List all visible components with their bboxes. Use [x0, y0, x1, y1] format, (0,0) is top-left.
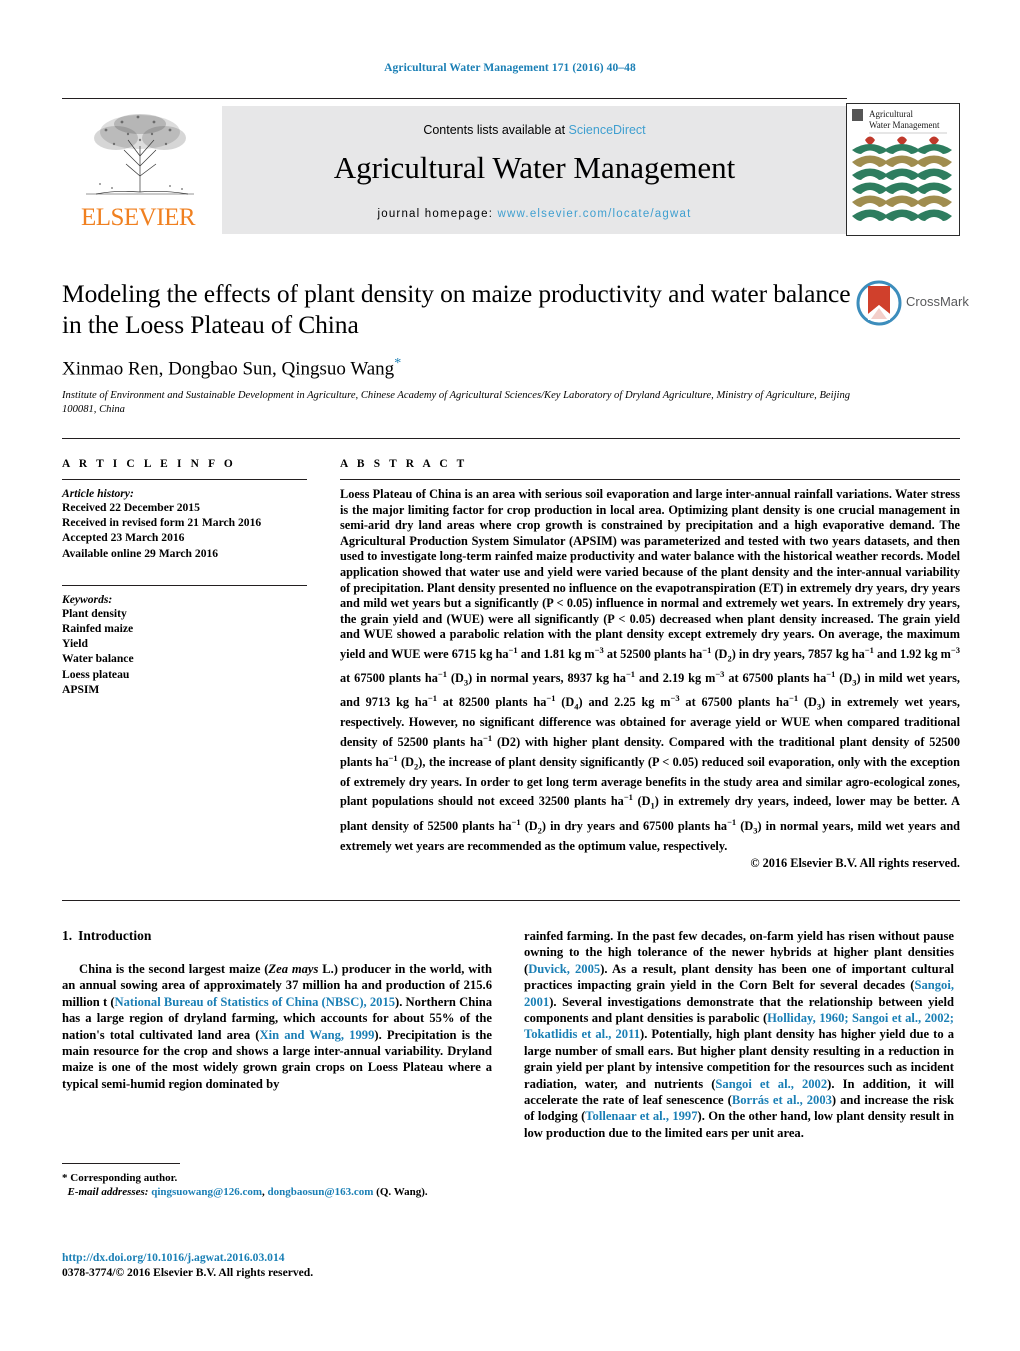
affiliation: Institute of Environment and Sustainable…: [62, 390, 851, 416]
journal-title: Agricultural Water Management: [333, 150, 736, 185]
keywords-list: Plant density Rainfed maize Yield Water …: [62, 606, 307, 697]
history-item: Received in revised form 21 March 2016: [62, 516, 262, 530]
footnote-rule: [62, 1163, 180, 1164]
keywords-title: Keywords:: [62, 592, 113, 606]
email-line: E-mail addresses: qingsuowang@126.com, d…: [67, 1186, 428, 1199]
email-link-secondary[interactable]: dongbaosun@163.com: [268, 1186, 374, 1198]
history-item: Available online 29 March 2016: [62, 546, 219, 560]
intro-paragraph-left: China is the second largest maize (Zea m…: [62, 962, 492, 1091]
email-suffix: (Q. Wang).: [376, 1186, 428, 1199]
article-info-column: A R T I C L E I N F O Article history: R…: [62, 458, 307, 697]
sciencedirect-link[interactable]: ScienceDirect: [569, 123, 646, 137]
abstract-column: A B S T R A C T Loess Plateau of China i…: [340, 458, 960, 871]
abstract-rule: [340, 479, 960, 480]
running-head: Agricultural Water Management 171 (2016)…: [384, 62, 636, 74]
intro-paragraph-right: rainfed farming. In the past few decades…: [524, 929, 954, 1140]
journal-homepage-link[interactable]: www.elsevier.com/locate/agwat: [498, 208, 692, 220]
elsevier-logo: ELSEVIER: [62, 106, 222, 234]
citation-link[interactable]: Xin and Wang, 1999: [260, 1028, 375, 1042]
keyword-item: APSIM: [62, 682, 100, 696]
citation-link[interactable]: Tollenaar et al., 1997: [585, 1109, 697, 1123]
section-title: Introduction: [78, 928, 152, 943]
email-link-primary[interactable]: qingsuowang@126.com: [151, 1186, 262, 1198]
author-names: Xinmao Ren, Dongbao Sun, Qingsuo Wang: [62, 358, 395, 380]
citation-link[interactable]: National Bureau of Statistics of China (…: [115, 995, 396, 1009]
page-title: Modeling the effects of plant density on…: [62, 279, 851, 339]
keywords-block: Keywords: Plant density Rainfed maize Yi…: [62, 584, 307, 697]
article-history-title: Article history:: [62, 487, 134, 500]
svg-text:Agricultural: Agricultural: [869, 109, 913, 119]
article-header: Modeling the effects of plant density on…: [62, 278, 969, 417]
history-item: Received 22 December 2015: [62, 501, 200, 514]
keyword-item: Rainfed maize: [62, 622, 134, 636]
contents-available-line: Contents lists available at ScienceDirec…: [222, 123, 847, 137]
species-name: Zea mays: [268, 962, 319, 976]
abstract-copyright: © 2016 Elsevier B.V. All rights reserved…: [750, 856, 960, 871]
abstract-text: Loess Plateau of China is an area with s…: [340, 487, 960, 853]
citation-link[interactable]: Sangoi et al., 2002: [715, 1077, 827, 1091]
journal-cover-thumbnail: Agricultural Water Management: [846, 103, 960, 236]
corresponding-author-marker: *: [394, 356, 402, 371]
abstract-heading: A B S T R A C T: [340, 458, 468, 470]
svg-text:Water Management: Water Management: [869, 120, 940, 130]
journal-homepage-line: journal homepage: www.elsevier.com/locat…: [222, 208, 847, 220]
crossmark-badge[interactable]: CrossMark: [856, 280, 969, 326]
keyword-item: Loess plateau: [62, 667, 130, 681]
author-list: Xinmao Ren, Dongbao Sun, Qingsuo Wang*: [62, 356, 960, 380]
citation-link[interactable]: Borrás et al., 2003: [732, 1093, 832, 1107]
homepage-prefix: journal homepage:: [377, 208, 498, 220]
section-number: 1.: [62, 928, 73, 943]
info-bottom-rule: [62, 900, 960, 901]
info-top-rule: [62, 438, 960, 439]
elsevier-tree-icon: [66, 106, 214, 198]
masthead-banner: Contents lists available at ScienceDirec…: [222, 106, 847, 234]
journal-masthead: ELSEVIER Contents lists available at Sci…: [62, 98, 960, 236]
article-info-rule: [62, 479, 307, 480]
email-label: E-mail addresses:: [67, 1186, 149, 1199]
footnote-body: * Corresponding author. E-mail addresses…: [62, 1171, 492, 1200]
citation-link[interactable]: Sangoi, 2001: [524, 978, 954, 1008]
elsevier-wordmark: ELSEVIER: [80, 204, 196, 231]
body-column-right: rainfed farming. In the past few decades…: [524, 928, 954, 1141]
issn-copyright-line: 0378-3774/© 2016 Elsevier B.V. All right…: [62, 1266, 314, 1279]
keyword-item: Plant density: [62, 606, 127, 620]
article-info-heading: A R T I C L E I N F O: [62, 458, 236, 470]
crossmark-icon: [856, 280, 902, 326]
keyword-item: Water balance: [62, 652, 134, 666]
masthead-top-rule: [62, 98, 847, 99]
corresponding-author-footnote: * Corresponding author. E-mail addresses…: [62, 1163, 492, 1200]
keyword-item: Yield: [62, 637, 88, 651]
contents-prefix: Contents lists available at: [423, 123, 569, 137]
doi-link[interactable]: http://dx.doi.org/10.1016/j.agwat.2016.0…: [62, 1250, 582, 1265]
history-item: Accepted 23 March 2016: [62, 531, 185, 545]
journal-article-page: Agricultural Water Management 171 (2016)…: [0, 0, 1020, 1351]
doi-block: http://dx.doi.org/10.1016/j.agwat.2016.0…: [62, 1250, 582, 1280]
abstract-paragraph: Loess Plateau of China is an area with s…: [340, 487, 960, 642]
corresponding-author-note: * Corresponding author.: [62, 1172, 178, 1184]
article-history-list: Received 22 December 2015 Received in re…: [62, 500, 307, 561]
crossmark-label: CrossMark: [906, 294, 969, 309]
citation-link[interactable]: Duvick, 2005: [528, 962, 600, 976]
keywords-rule: [62, 584, 307, 586]
section-heading-introduction: 1. Introduction: [62, 928, 492, 944]
body-column-left: 1. Introduction China is the second large…: [62, 928, 492, 1092]
citation-link[interactable]: Holliday, 1960; Sangoi et al., 2002; Tok…: [524, 1011, 954, 1041]
